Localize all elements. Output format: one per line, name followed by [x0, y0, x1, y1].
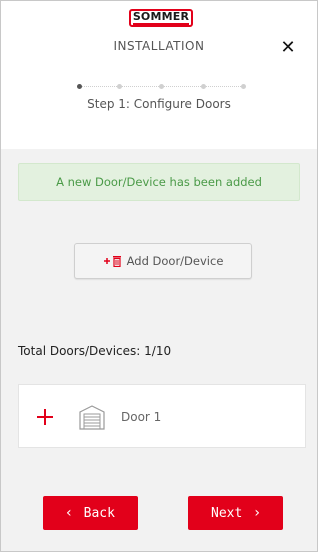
step-dot-2: [117, 84, 122, 89]
step-dot-4: [201, 84, 206, 89]
step-dot-1: [77, 84, 82, 89]
alert-message: A new Door/Device has been added: [56, 175, 262, 189]
chevron-right-icon: ›: [254, 505, 260, 521]
chevron-left-icon: ‹: [66, 505, 72, 521]
door-name: Door 1: [121, 410, 162, 424]
back-label: Back: [83, 505, 115, 521]
page-title: INSTALLATION: [113, 39, 205, 53]
garage-door-icon: [79, 404, 105, 434]
add-door-button[interactable]: Add Door/Device: [74, 243, 252, 279]
next-button[interactable]: Next ›: [188, 496, 283, 530]
expand-plus-icon[interactable]: [35, 407, 55, 427]
door-list-item[interactable]: Door 1: [18, 384, 306, 448]
add-door-label: Add Door/Device: [126, 254, 224, 268]
total-doors-count: Total Doors/Devices: 1/10: [18, 344, 172, 358]
step-dot-3: [159, 84, 164, 89]
step-dot-5: [241, 84, 246, 89]
step-label: Step 1: Configure Doors: [87, 97, 231, 111]
step-progress: [73, 83, 249, 91]
close-icon[interactable]: ✕: [276, 35, 300, 59]
back-button[interactable]: ‹ Back: [43, 496, 138, 530]
next-label: Next: [211, 505, 243, 521]
sommer-logo: SOMMER: [129, 9, 193, 27]
success-alert: A new Door/Device has been added: [18, 163, 300, 201]
header: SOMMER INSTALLATION ✕ Step 1: Configure …: [1, 1, 317, 149]
add-trash-icon: [103, 255, 123, 267]
